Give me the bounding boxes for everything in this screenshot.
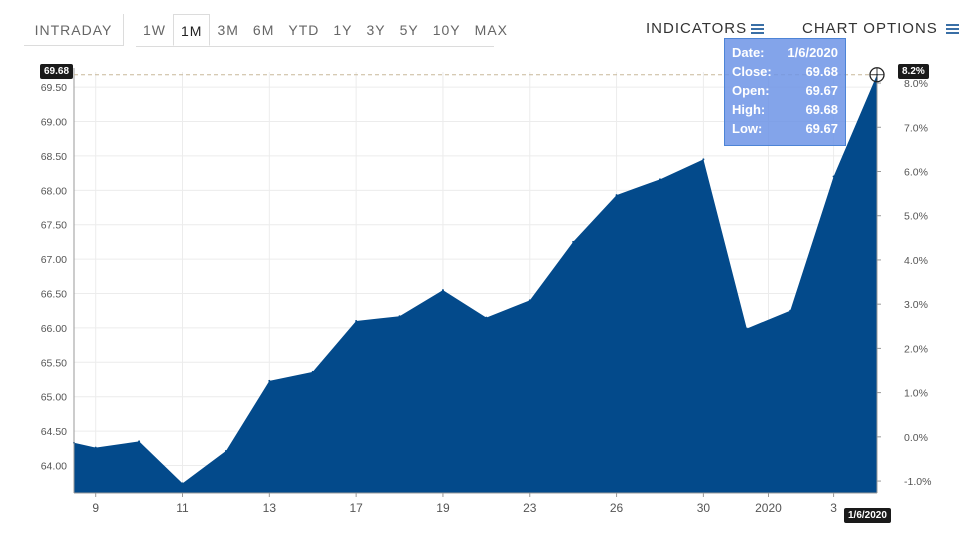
x-tick-label: 17 xyxy=(349,501,363,515)
data-point xyxy=(138,440,141,443)
y2-tick-label: 3.0% xyxy=(904,299,928,311)
data-point xyxy=(615,194,618,197)
x-tick-label: 13 xyxy=(263,501,277,515)
data-point xyxy=(181,482,184,485)
data-point xyxy=(311,370,314,373)
y2-tick-label: 2.0% xyxy=(904,343,928,355)
y-tick-label: 67.50 xyxy=(41,220,67,232)
data-point xyxy=(268,379,271,382)
price-badge: 69.68 xyxy=(40,64,74,79)
x-tick-label: 2020 xyxy=(755,501,782,515)
x-tick-label: 19 xyxy=(436,501,450,515)
tooltip-date-row: Date: 1/6/2020 xyxy=(732,45,838,60)
data-point xyxy=(745,327,748,330)
tooltip-open-row: Open: 69.67 xyxy=(732,83,838,98)
y-tick-label: 65.50 xyxy=(41,357,67,369)
y2-tick-label: -1.0% xyxy=(904,476,931,488)
x-tick-label: 26 xyxy=(610,501,624,515)
y-tick-label: 64.50 xyxy=(41,426,67,438)
data-point xyxy=(832,175,835,178)
y-tick-label: 67.00 xyxy=(41,254,67,266)
y-tick-label: 64.00 xyxy=(41,460,67,472)
y2-tick-label: 8.0% xyxy=(904,78,928,90)
y2-tick-label: 4.0% xyxy=(904,255,928,267)
tooltip-high-row: High: 69.68 xyxy=(732,102,838,117)
data-point xyxy=(528,299,531,302)
y2-tick-label: 5.0% xyxy=(904,211,928,223)
y2-tick-label: 0.0% xyxy=(904,432,928,444)
y-tick-label: 66.00 xyxy=(41,323,67,335)
y-tick-label: 68.50 xyxy=(41,151,67,163)
y-tick-label: 68.00 xyxy=(41,185,67,197)
y-tick-label: 69.00 xyxy=(41,117,67,129)
x-tick-label: 3 xyxy=(830,501,837,515)
data-point xyxy=(658,178,661,181)
y2-tick-label: 1.0% xyxy=(904,388,928,400)
y-tick-label: 65.00 xyxy=(41,392,67,404)
x-tick-label: 11 xyxy=(176,501,189,515)
data-point xyxy=(702,158,705,161)
y2-tick-label: 6.0% xyxy=(904,167,928,179)
y-tick-label: 69.50 xyxy=(41,82,67,94)
data-point xyxy=(572,240,575,243)
data-tooltip: Date: 1/6/2020 Close: 69.68 Open: 69.67 Hig… xyxy=(724,38,846,146)
tooltip-close-row: Close: 69.68 xyxy=(732,64,838,79)
data-point xyxy=(355,320,358,323)
y-tick-label: 66.50 xyxy=(41,289,67,301)
data-point xyxy=(441,289,444,292)
y2-tick-label: 7.0% xyxy=(904,122,928,134)
data-point xyxy=(485,316,488,319)
x-tick-label: 23 xyxy=(523,501,537,515)
date-badge: 1/6/2020 xyxy=(844,508,891,523)
tooltip-low-row: Low: 69.67 xyxy=(732,121,838,136)
x-tick-label: 30 xyxy=(697,501,711,515)
data-point xyxy=(789,309,792,312)
data-point xyxy=(94,446,97,449)
percent-badge: 8.2% xyxy=(898,64,929,79)
x-tick-label: 9 xyxy=(92,501,99,515)
data-point xyxy=(398,315,401,318)
data-point xyxy=(224,450,227,453)
